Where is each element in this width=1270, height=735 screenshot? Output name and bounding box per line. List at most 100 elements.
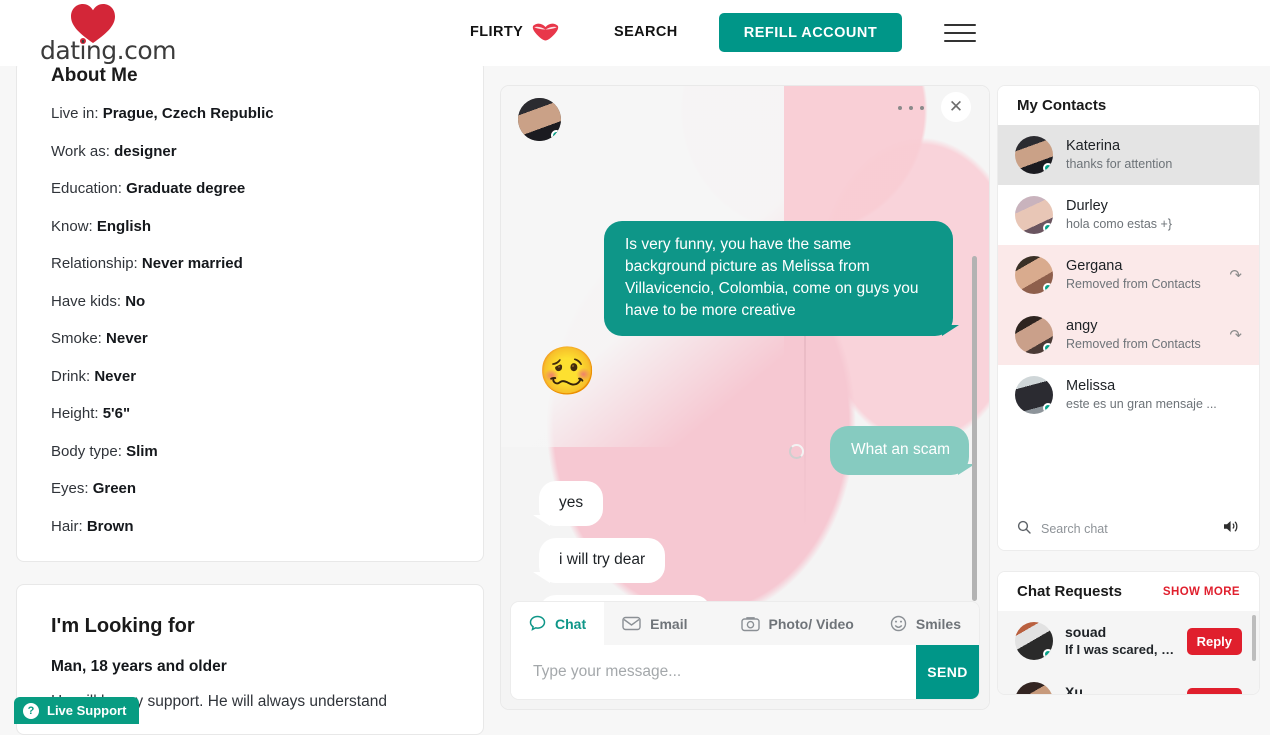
avatar [1015, 622, 1053, 660]
about-value: Graduate degree [126, 180, 245, 197]
tab-smiles[interactable]: Smiles [872, 602, 979, 645]
chat-request-item[interactable]: souad If I was scared, would Reply [998, 611, 1259, 671]
about-label: Smoke: [51, 330, 102, 347]
contact-list-item[interactable]: angy Removed from Contacts ↷ [998, 305, 1259, 365]
reply-button[interactable]: Reply [1187, 628, 1242, 655]
camera-icon [741, 616, 760, 632]
search-chat-input[interactable] [1041, 522, 1213, 536]
tab-email-label: Email [650, 616, 687, 632]
message-input[interactable] [511, 645, 916, 699]
about-row: Eyes: Green [51, 481, 449, 498]
about-me-card: About Me Live in: Prague, Czech Republic… [16, 60, 484, 562]
site-logo[interactable]: dating.com [20, 2, 180, 64]
live-support-label: Live Support [47, 703, 126, 718]
chat-panel: ✕ Is very funny, you have the same backg… [500, 85, 990, 710]
chat-bubble-icon [529, 615, 546, 632]
online-status-dot [1043, 403, 1053, 413]
contact-preview: Removed from Contacts [1066, 336, 1216, 353]
chat-requests-header: Chat Requests SHOW MORE [998, 572, 1259, 611]
send-button[interactable]: SEND [916, 645, 979, 699]
about-label: Know: [51, 218, 93, 235]
request-name: Xu [1065, 683, 1175, 694]
online-status-dot [1043, 223, 1053, 233]
about-label: Education: [51, 180, 122, 197]
profile-column: About Me Live in: Prague, Czech Republic… [16, 60, 484, 735]
about-value: Green [93, 480, 136, 497]
about-label: Drink: [51, 368, 90, 385]
nav-flirty[interactable]: FLIRTY [470, 22, 559, 41]
contact-list-item[interactable]: Melissa este es un gran mensaje ... [998, 365, 1259, 425]
looking-for-title: I'm Looking for [51, 611, 449, 638]
more-options-icon[interactable] [895, 96, 927, 120]
about-row: Drink: Never [51, 369, 449, 386]
about-value: Prague, Czech Republic [103, 105, 274, 122]
contact-preview: Removed from Contacts [1066, 276, 1216, 293]
tab-chat[interactable]: Chat [511, 602, 604, 645]
about-value: designer [114, 143, 177, 160]
question-mark-icon: ? [23, 703, 39, 719]
about-value: 5'6" [103, 405, 130, 422]
about-label: Relationship: [51, 255, 138, 272]
chat-requests-scrollbar[interactable] [1252, 615, 1256, 661]
tab-photo-video-label: Photo/ Video [769, 616, 854, 632]
avatar [1015, 316, 1053, 354]
about-row: Education: Graduate degree [51, 181, 449, 198]
refill-account-button[interactable]: REFILL ACCOUNT [719, 13, 902, 52]
contact-name: Durley [1066, 197, 1242, 217]
tab-email[interactable]: Email [604, 602, 705, 645]
online-status-dot [1043, 343, 1053, 353]
online-status-dot [1043, 649, 1053, 659]
about-value: Never married [142, 255, 243, 272]
request-name: souad [1065, 623, 1175, 641]
about-label: Hair: [51, 518, 83, 535]
reply-button[interactable]: Reply [1187, 688, 1242, 695]
chat-header: ✕ [501, 86, 989, 144]
hamburger-menu-icon[interactable] [944, 22, 976, 44]
smiley-icon [890, 615, 907, 632]
show-more-button[interactable]: SHOW MORE [1163, 586, 1240, 598]
chat-message-incoming: i will try dear [539, 538, 665, 583]
lips-icon [532, 22, 559, 41]
about-value: Never [106, 330, 148, 347]
site-header: dating.com FLIRTY SEARCH REFILL ACCOUNT [0, 0, 1270, 66]
search-icon [1017, 520, 1031, 539]
chat-message-list: Is very funny, you have the same backgro… [501, 144, 989, 594]
about-label: Eyes: [51, 480, 89, 497]
about-value: No [125, 293, 145, 310]
online-status-dot [551, 130, 561, 141]
contact-name: Melissa [1066, 377, 1242, 397]
avatar [1015, 376, 1053, 414]
about-value: Never [94, 368, 136, 385]
speaker-icon[interactable] [1223, 519, 1240, 539]
contact-preview: hola como estas +} [1066, 216, 1242, 233]
about-value: English [97, 218, 151, 235]
avatar [1015, 196, 1053, 234]
contact-preview: thanks for attention [1066, 156, 1242, 173]
close-icon[interactable]: ✕ [941, 92, 971, 122]
undo-icon[interactable]: ↷ [1229, 266, 1242, 284]
about-label: Have kids: [51, 293, 121, 310]
about-row: Body type: Slim [51, 444, 449, 461]
my-contacts-header: My Contacts [998, 86, 1259, 125]
contact-list-item[interactable]: Katerina thanks for attention [998, 125, 1259, 185]
about-label: Live in: [51, 105, 99, 122]
contact-name: Katerina [1066, 137, 1242, 157]
about-row: Smoke: Never [51, 331, 449, 348]
chat-contact-avatar[interactable] [518, 98, 561, 141]
avatar [1015, 256, 1053, 294]
looking-for-subtitle: Man, 18 years and older [51, 658, 449, 676]
chat-requests-title: Chat Requests [1017, 583, 1122, 600]
contact-list-item[interactable]: Gergana Removed from Contacts ↷ [998, 245, 1259, 305]
tab-photo-video[interactable]: Photo/ Video [723, 602, 872, 645]
chat-message-outgoing-pending: What an scam [830, 426, 969, 475]
right-column: My Contacts Katerina thanks for attentio… [997, 85, 1260, 695]
chat-scrollbar[interactable] [972, 256, 977, 601]
contact-list-item[interactable]: Durley hola como estas +} [998, 185, 1259, 245]
tab-chat-label: Chat [555, 616, 586, 632]
chat-composer: Chat Email Photo/ Video [501, 594, 989, 709]
live-support-button[interactable]: ? Live Support [14, 697, 139, 724]
undo-icon[interactable]: ↷ [1229, 326, 1242, 344]
chat-request-item[interactable]: Xu today Cupid fired Reply [998, 671, 1259, 694]
nav-search[interactable]: SEARCH [614, 24, 678, 40]
chat-search-row [998, 508, 1259, 550]
